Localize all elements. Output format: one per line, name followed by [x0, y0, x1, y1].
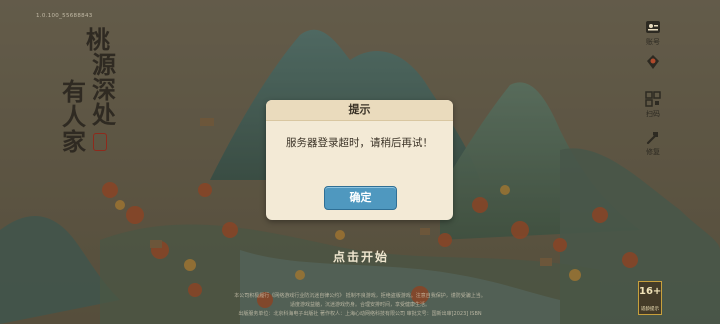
side-item-label: 修复 [646, 148, 660, 156]
game-logo: 桃 源 深 处 有 人 家 [58, 28, 126, 158]
dialog-message: 服务器登录超时，请稍后再试！ [286, 137, 433, 149]
logo-seal-icon [93, 133, 107, 151]
alert-dialog: 提示 服务器登录超时，请稍后再试！ 确定 [266, 100, 453, 220]
side-item-scan[interactable]: 扫码 [638, 90, 668, 119]
character-icon [647, 55, 659, 69]
legal-notice-line: 适度游戏益脑，沉迷游戏伤身。合理安排时间，享受健康生活。 [289, 302, 430, 308]
confirm-button[interactable]: 确定 [324, 186, 397, 210]
logo-char: 源 [92, 50, 116, 79]
tap-to-start-prompt[interactable]: 点击开始 [308, 248, 414, 265]
legal-notice-line: 出版服务单位：北京科海电子出版社 著作权人：上海心动网络科技有限公司 审批文号：… [238, 311, 482, 317]
logo-char: 人 [62, 102, 86, 131]
side-item-label: 账号 [646, 38, 660, 46]
qr-icon [645, 91, 661, 107]
logo-char: 深 [92, 75, 116, 104]
logo-char: 桃 [86, 25, 110, 54]
account-icon [646, 21, 660, 33]
logo-char: 家 [62, 127, 86, 156]
logo-char: 处 [92, 100, 116, 129]
repair-icon [646, 132, 658, 145]
version-text: 1.0.100_55688843 [36, 13, 93, 19]
dialog-title: 提示 [266, 100, 453, 120]
side-item-label: 扫码 [646, 110, 660, 118]
legal-notice-line: 本公司积极履行《网络游戏行业防沉迷自律公约》 抵制不良游戏，拒绝盗版游戏。注意自… [234, 293, 486, 299]
dialog-divider [266, 120, 453, 121]
age-rating-number: 16+ [639, 286, 662, 297]
side-item-character[interactable] [638, 53, 668, 72]
side-item-account[interactable]: 账号 [638, 18, 668, 47]
age-rating-badge: 16+ 适龄提示 [638, 281, 662, 315]
logo-char: 有 [62, 77, 86, 106]
age-rating-label: 适龄提示 [641, 307, 659, 312]
side-item-repair[interactable]: 修复 [638, 128, 668, 157]
